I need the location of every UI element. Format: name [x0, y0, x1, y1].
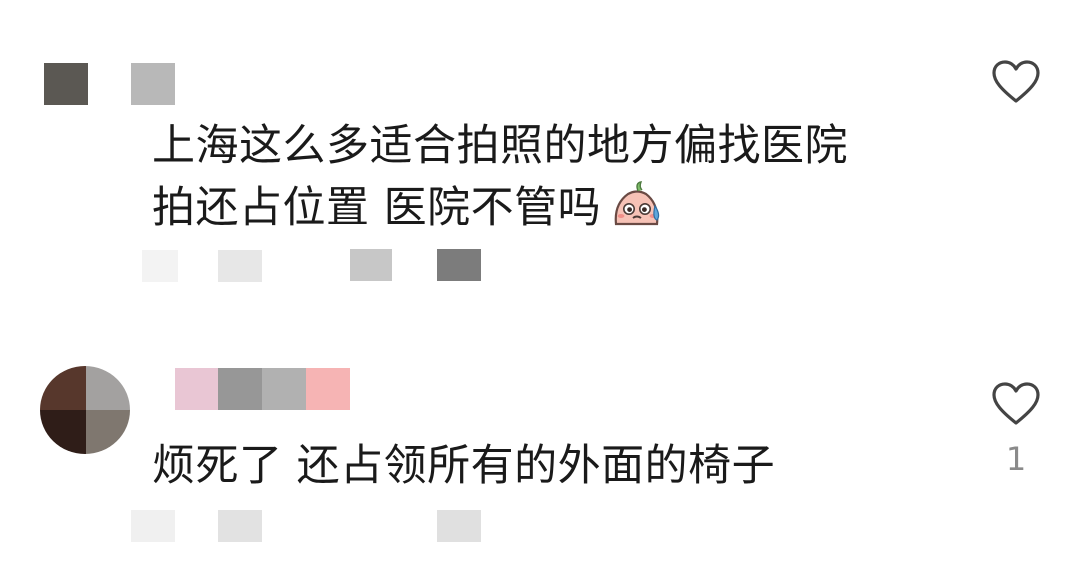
avatar[interactable] [40, 366, 130, 454]
comment-line: 上海这么多适合拍照的地方偏找医院 [152, 121, 848, 171]
like-button[interactable] [990, 58, 1042, 106]
sweat-face-emoji-icon [611, 180, 663, 228]
comment-line: 拍还占位置 医院不管吗 [152, 178, 848, 240]
comment-item: 上海这么多适合拍照的地方偏找医院 拍还占位置 医院不管吗 [0, 0, 1080, 320]
comment-item: 烦死了 还占领所有的外面的椅子 1 [0, 330, 1080, 586]
like-count: 1 [1005, 440, 1027, 478]
heart-outline-icon [992, 382, 1040, 425]
comment-text: 上海这么多适合拍照的地方偏找医院 拍还占位置 医院不管吗 [152, 116, 848, 240]
heart-outline-icon [992, 60, 1040, 103]
like-button[interactable] [990, 380, 1042, 428]
comment-text: 烦死了 还占领所有的外面的椅子 [152, 436, 775, 498]
comment-line: 烦死了 还占领所有的外面的椅子 [152, 441, 776, 491]
